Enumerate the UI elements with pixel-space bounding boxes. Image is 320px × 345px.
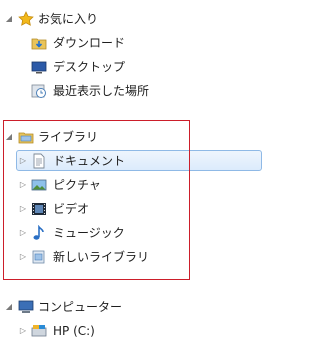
nav-item-recent-places[interactable]: 最近表示した場所 (0, 80, 263, 102)
desktop-icon (31, 59, 47, 75)
nav-item-hp-drive[interactable]: ▷ HP (C:) (0, 320, 263, 342)
recent-places-icon (31, 83, 47, 99)
computer-icon (18, 299, 34, 315)
downloads-folder-icon (31, 35, 47, 51)
expand-arrow-icon[interactable]: ▷ (18, 320, 28, 342)
annotation-highlight-box (3, 120, 190, 280)
navigation-pane: ◢ お気に入り ダウンロード デスクトップ 最近表示した場所 ◢ ライブラリ ▷ (0, 0, 263, 345)
nav-item-desktop[interactable]: デスクトップ (0, 56, 263, 78)
collapse-arrow-icon[interactable]: ◢ (4, 296, 14, 318)
computer-label: コンピューター (38, 300, 123, 314)
downloads-label: ダウンロード (53, 36, 126, 50)
nav-item-downloads[interactable]: ダウンロード (0, 32, 263, 54)
hp-drive-label: HP (C:) (53, 324, 95, 338)
desktop-label: デスクトップ (53, 60, 126, 74)
recent-places-label: 最近表示した場所 (53, 84, 150, 98)
favorites-label: お気に入り (38, 12, 99, 26)
star-icon (18, 11, 34, 27)
nav-item-computer[interactable]: ◢ コンピューター (0, 296, 263, 318)
nav-item-favorites[interactable]: ◢ お気に入り (0, 8, 263, 30)
hard-drive-icon (31, 323, 47, 339)
collapse-arrow-icon[interactable]: ◢ (4, 8, 14, 30)
